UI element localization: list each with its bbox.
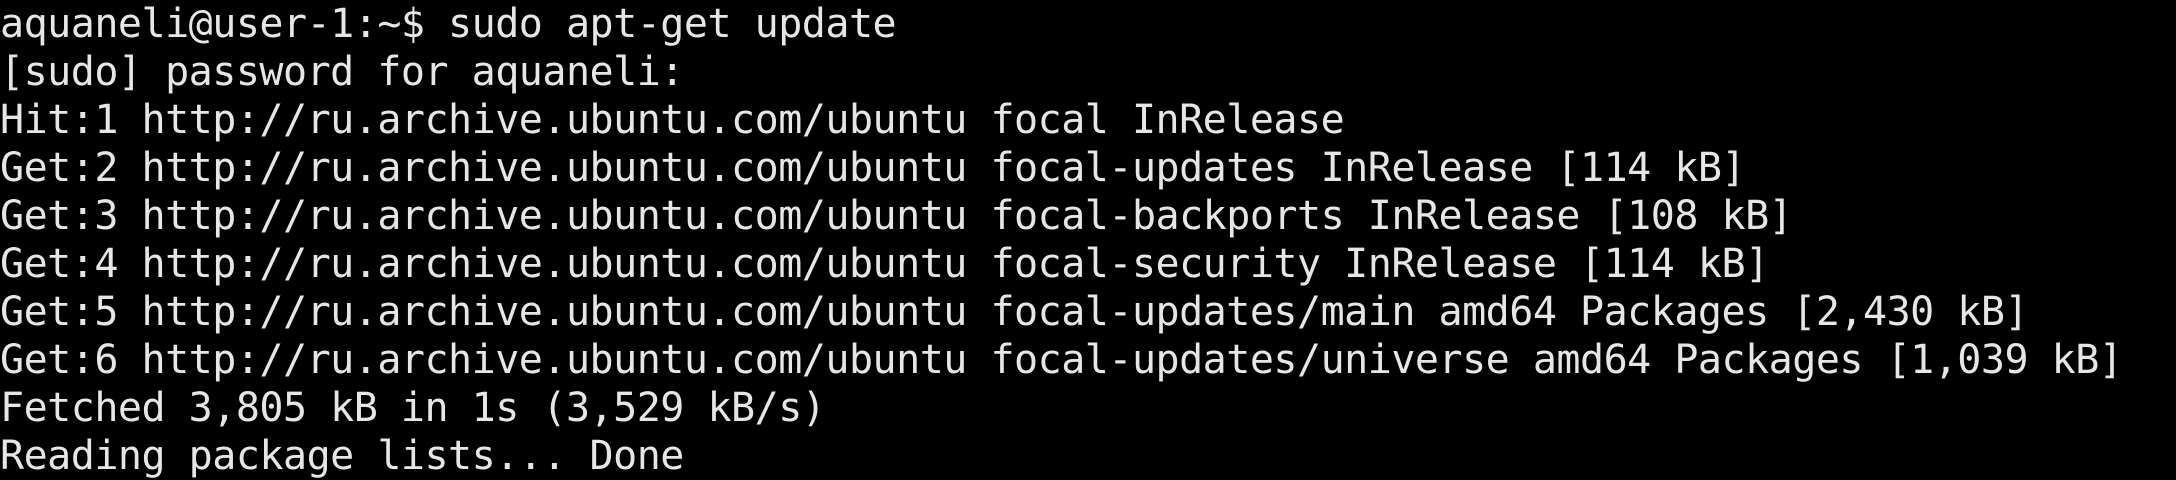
terminal-line-reading-lists: Reading package lists... Done — [0, 433, 684, 479]
terminal-line-prompt-command: aquaneli@user-1:~$ sudo apt-get update — [0, 1, 897, 47]
terminal-line: Hit:1 http://ru.archive.ubuntu.com/ubunt… — [0, 97, 1345, 143]
terminal-window[interactable]: aquaneli@user-1:~$ sudo apt-get update [… — [0, 0, 2176, 479]
terminal-line: Get:4 http://ru.archive.ubuntu.com/ubunt… — [0, 241, 1769, 287]
terminal-line: Get:6 http://ru.archive.ubuntu.com/ubunt… — [0, 337, 2123, 383]
terminal-line: Get:2 http://ru.archive.ubuntu.com/ubunt… — [0, 145, 1746, 191]
terminal-line: Get:5 http://ru.archive.ubuntu.com/ubunt… — [0, 289, 2029, 335]
terminal-line-sudo-password: [sudo] password for aquaneli: — [0, 49, 684, 95]
terminal-line-fetched-summary: Fetched 3,805 kB in 1s (3,529 kB/s) — [0, 385, 826, 431]
terminal-line: Get:3 http://ru.archive.ubuntu.com/ubunt… — [0, 193, 1793, 239]
